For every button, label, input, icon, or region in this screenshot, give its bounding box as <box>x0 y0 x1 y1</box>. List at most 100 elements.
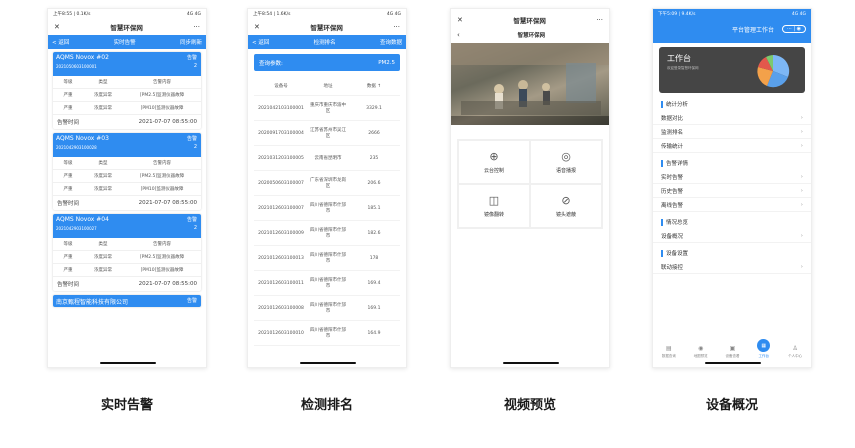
status-left: 上午8:55 | 0.1K/s <box>53 12 91 17</box>
video-controls[interactable] <box>451 116 609 125</box>
table-row[interactable]: 2021012603100011 四川省德阳市什邡市 169.4 <box>254 271 400 296</box>
alarm-cell: 浓度异常 <box>94 174 112 179</box>
table-row[interactable]: 2021012603100010 四川省德阳市什邡市 164.9 <box>254 321 400 346</box>
alarm-row: 严重 浓度异常 [PM2.5]监测仪器故障 <box>53 89 201 102</box>
video-player[interactable] <box>451 43 609 125</box>
alarm-col-header: 等级 <box>63 161 73 166</box>
alarm-cell: 浓度异常 <box>94 268 112 273</box>
control-grid: ⊕ 云台控制 ◎ 语音播报 ◫ 镜像翻转 ⊘ 镜头遮蔽 <box>457 139 603 229</box>
table-row[interactable]: 2021012603100009 四川省德阳市什邡市 182.6 <box>254 221 400 246</box>
app-header: 下午5:09 | 9.4K/s 4G 4G 平台管理工作台 ··· | ◉ <box>653 9 811 43</box>
joystick-icon: ⊕ <box>489 150 499 163</box>
miniapp-title: 智慧环保网 <box>310 24 343 32</box>
nav-bar: < 返回 实时告警 同步刷新 <box>48 35 206 49</box>
alarm-cell: 严重 <box>63 187 73 192</box>
query-params[interactable]: 查询参数: PM2.5 <box>254 54 400 71</box>
capsule-menu[interactable]: ··· | ◉ <box>782 25 806 33</box>
close-icon[interactable]: ✕ <box>54 23 60 31</box>
more-icon[interactable]: ··· <box>193 23 200 31</box>
section-title: 设备设置 <box>666 251 689 257</box>
back-button[interactable]: < 返回 <box>252 38 269 46</box>
back-icon[interactable]: ‹ <box>457 31 460 39</box>
device-value: 235 <box>369 155 379 161</box>
more-icon[interactable]: ··· <box>596 16 603 24</box>
video-scene <box>451 43 609 115</box>
alarm-row: 严重 浓度异常 [PM10]监测仪器故障 <box>53 264 201 277</box>
alarm-label: 告警 <box>186 136 197 142</box>
table-row[interactable]: 2021012603100013 四川省德阳市什邡市 178 <box>254 246 400 271</box>
tab-icon: ▤ <box>666 345 672 352</box>
menu-item[interactable]: 传输统计 › <box>653 139 811 153</box>
back-button[interactable]: < 返回 <box>52 38 69 46</box>
phone-device-overview: 下午5:09 | 9.4K/s 4G 4G 平台管理工作台 ··· | ◉ 工作… <box>652 8 812 368</box>
control-eye-off[interactable]: ⊘ 镜头遮蔽 <box>530 184 602 228</box>
alarm-cell: 严重 <box>63 268 73 273</box>
menu-item[interactable]: 历史告警 › <box>653 184 811 198</box>
menu-item[interactable]: 离线告警 › <box>653 198 811 212</box>
col-data-sort[interactable]: 数据 ↑ <box>348 83 400 89</box>
table-row[interactable]: 2020050603100007 广东省深圳市龙岗区 206.6 <box>254 171 400 196</box>
alarm-cell: [PM10]监测仪器故障 <box>140 106 184 111</box>
alarm-cell: 浓度异常 <box>94 255 112 260</box>
device-id: 2021042903100028 <box>56 145 97 150</box>
alarm-card-partial[interactable]: 南京甄程智能科技有限公司 告警 <box>53 295 201 307</box>
menu-item[interactable]: 联动接控 › <box>653 260 811 274</box>
alarm-badge: 告警 2 <box>187 135 197 151</box>
menu-item-label: 历史告警 <box>661 188 684 195</box>
alarm-time-label: 告警时间 <box>57 282 80 288</box>
menu-item[interactable]: 监测排名 › <box>653 125 811 139</box>
sync-refresh-button[interactable]: 同步刷新 <box>180 38 202 46</box>
alarm-table-header: 等级 类型 告警内容 <box>53 76 201 89</box>
alarm-time-row: 告警时间 2021-07-07 08:55:00 <box>53 277 201 291</box>
more-icon[interactable]: ··· <box>393 23 400 31</box>
tab-item[interactable]: ♙ 个人中心 <box>788 345 802 359</box>
menu-item[interactable]: 实时告警 › <box>653 170 811 184</box>
alarm-time-row: 告警时间 2021-07-07 08:55:00 <box>53 196 201 210</box>
control-joystick[interactable]: ⊕ 云台控制 <box>458 140 530 184</box>
tab-item[interactable]: ▦ 工作台 <box>757 339 771 359</box>
alarm-badge: 告警 2 <box>187 216 197 232</box>
query-data-button[interactable]: 查询数据 <box>380 38 402 46</box>
device-number: 2020091703100004 <box>258 130 304 136</box>
alarm-time-label: 告警时间 <box>57 201 80 207</box>
table-row[interactable]: 2021012603100007 四川省德阳市什邡市 185.1 <box>254 196 400 221</box>
table-row[interactable]: 2020091703100004 江苏省苏州市吴江区 2666 <box>254 121 400 146</box>
miniapp-title: 智慧环保网 <box>513 17 546 25</box>
control-mirror[interactable]: ◫ 镜像翻转 <box>458 184 530 228</box>
status-right: 4G 4G <box>186 11 201 17</box>
table-row[interactable]: 2021042103100001 重庆市重庆市渝中区 3329.1 <box>254 96 400 121</box>
card-name: 南京甄程智能科技有限公司 <box>56 299 129 306</box>
device-address: 四川省德阳市什邡市 <box>310 253 346 264</box>
miniapp-title: 智慧环保网 <box>110 24 143 32</box>
tab-label: 工作台 <box>758 354 770 358</box>
close-icon[interactable]: ✕ <box>457 16 463 24</box>
menu-item[interactable]: 设备概况 › <box>653 229 811 243</box>
alarm-count: 2 <box>193 225 197 231</box>
control-speaker[interactable]: ◎ 语音播报 <box>530 140 602 184</box>
card-label: 告警 <box>186 298 197 304</box>
tab-item[interactable]: ◉ 地图预览 <box>694 345 708 359</box>
alarm-card[interactable]: AQMS Novox #04 2021042903100027 告警 2 等级 类型 告警内… <box>53 214 201 291</box>
menu-item[interactable]: 数据对比 › <box>653 111 811 125</box>
table-row[interactable]: 2021012603100008 四川省德阳市什邡市 169.1 <box>254 296 400 321</box>
alarm-card[interactable]: AQMS Novox #02 2021050603100001 告警 2 等级 类型 告警内… <box>53 52 201 129</box>
alarm-row: 严重 浓度异常 [PM2.5]监测仪器故障 <box>53 251 201 264</box>
alarm-row: 严重 浓度异常 [PM2.5]监测仪器故障 <box>53 170 201 183</box>
alarm-cell: [PM2.5]监测仪器故障 <box>139 255 185 260</box>
device-value: 169.1 <box>367 305 381 311</box>
close-icon[interactable]: ✕ <box>254 23 260 31</box>
control-label: 云台控制 <box>483 168 504 174</box>
table-row[interactable]: 2021031203100005 云南省昆明市 235 <box>254 146 400 171</box>
nav-title: 实时告警 <box>113 40 136 46</box>
device-address: 江苏省苏州市吴江区 <box>310 128 346 139</box>
tab-icon: ♙ <box>792 345 798 352</box>
tab-label: 设备查看 <box>725 354 740 358</box>
device-number: 2021031203100005 <box>258 155 304 161</box>
device-address: 云南省昆明市 <box>314 156 342 161</box>
wechat-title-bar: ✕ 智慧环保网 ··· <box>48 19 206 35</box>
device-id: 2021050603100001 <box>56 64 97 69</box>
alarm-card-header: AQMS Novox #04 2021042903100027 告警 2 <box>53 214 201 238</box>
alarm-card[interactable]: AQMS Novox #03 2021042903100028 告警 2 等级 类型 告警内… <box>53 133 201 210</box>
tab-item[interactable]: ▣ 设备查看 <box>725 345 739 359</box>
tab-item[interactable]: ▤ 数据查询 <box>662 345 676 359</box>
